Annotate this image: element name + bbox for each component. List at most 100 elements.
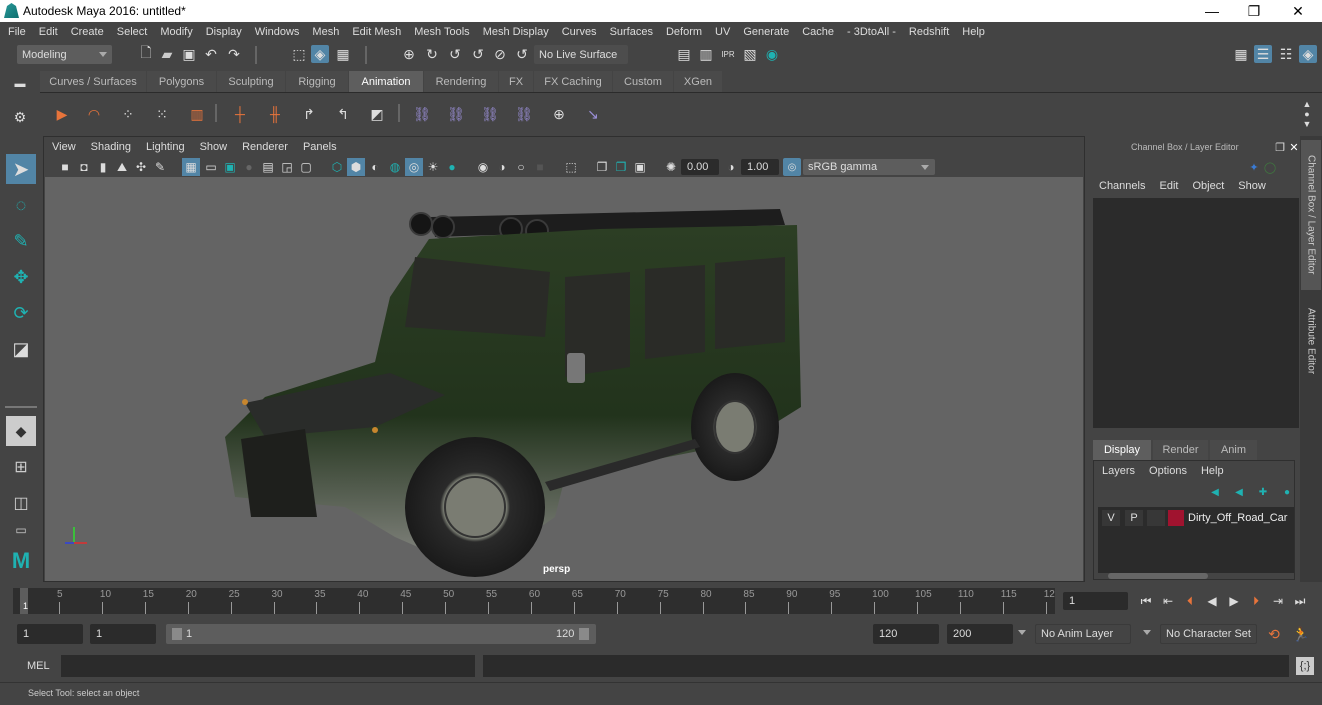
- viewport-menu-renderer[interactable]: Renderer: [242, 141, 288, 153]
- select-by-component-icon[interactable]: ▦: [334, 45, 352, 63]
- attribute-editor-toggle-icon[interactable]: ☰: [1254, 45, 1272, 63]
- viewport-menu-view[interactable]: View: [52, 141, 76, 153]
- film-gate-icon[interactable]: ▭: [202, 158, 220, 176]
- pole-vector-constraint-icon[interactable]: ↘: [581, 103, 605, 125]
- animation-preferences-icon[interactable]: 🏃: [1292, 625, 1310, 643]
- save-scene-icon[interactable]: ▣: [180, 45, 198, 63]
- gamma-icon[interactable]: ◑: [722, 158, 740, 176]
- hypershade-icon[interactable]: ◉: [763, 45, 781, 63]
- aim-constraint-icon[interactable]: ⊕: [547, 103, 571, 125]
- play-backwards-icon[interactable]: ◀: [1203, 592, 1221, 610]
- ik-spline-icon[interactable]: ↰: [331, 103, 355, 125]
- screen-space-ao-icon[interactable]: ◉: [474, 158, 492, 176]
- script-editor-icon[interactable]: {;}: [1296, 657, 1314, 675]
- undo-icon[interactable]: ↶: [202, 45, 220, 63]
- select-by-object-icon[interactable]: ◈: [311, 45, 329, 63]
- menu-mesh-display[interactable]: Mesh Display: [483, 26, 549, 38]
- layer-tab-display[interactable]: Display: [1093, 440, 1151, 460]
- snap-view-plane-icon[interactable]: ↺: [469, 45, 487, 63]
- options-menu[interactable]: Options: [1149, 465, 1187, 477]
- attribute-toggle-icon[interactable]: ◯: [1261, 158, 1279, 176]
- wireframe-on-shaded-icon[interactable]: ◐: [366, 158, 384, 176]
- set-key-icon[interactable]: ⁘: [116, 103, 140, 125]
- playback-start-field[interactable]: 1: [90, 624, 156, 644]
- wireframe-icon[interactable]: ⬡: [328, 158, 346, 176]
- layer-playback-toggle[interactable]: P: [1125, 510, 1143, 526]
- open-scene-icon[interactable]: ▰: [158, 45, 176, 63]
- 3d-viewport[interactable]: persp: [45, 177, 1083, 581]
- command-input[interactable]: [61, 655, 475, 677]
- snap-surface-icon[interactable]: ⊘: [491, 45, 509, 63]
- layer-list-scrollbar[interactable]: [1098, 573, 1294, 579]
- shelf-tab-rendering[interactable]: Rendering: [424, 71, 498, 92]
- current-frame-field[interactable]: 1: [1063, 592, 1128, 610]
- shelf-tab-polygons[interactable]: Polygons: [147, 71, 216, 92]
- point-constraint-icon[interactable]: ⛓: [444, 103, 468, 125]
- menu-cache[interactable]: Cache: [802, 26, 834, 38]
- shelf-settings-gear-icon[interactable]: ⚙: [11, 108, 29, 126]
- shelf-menu-icon[interactable]: ▬: [11, 75, 29, 93]
- persp-outliner-layout-icon[interactable]: ◫: [6, 488, 36, 518]
- set-breakdown-icon[interactable]: ⁙: [150, 103, 174, 125]
- menu-surfaces[interactable]: Surfaces: [610, 26, 653, 38]
- go-to-end-icon[interactable]: ⏭: [1291, 592, 1309, 610]
- ipr-render-icon[interactable]: IPR: [719, 45, 737, 63]
- layers-menu[interactable]: Layers: [1102, 465, 1135, 477]
- play-forwards-icon[interactable]: ▶: [1225, 592, 1243, 610]
- menu-mesh-tools[interactable]: Mesh Tools: [414, 26, 469, 38]
- snap-point-icon[interactable]: ↺: [446, 45, 464, 63]
- rotate-tool-icon[interactable]: ⟳: [6, 298, 36, 328]
- layer-tab-render[interactable]: Render: [1153, 440, 1208, 460]
- redo-icon[interactable]: ↷: [225, 45, 243, 63]
- character-set-dropdown[interactable]: No Character Set: [1160, 624, 1257, 644]
- close-button[interactable]: ✕: [1276, 0, 1320, 22]
- menu-display[interactable]: Display: [206, 26, 242, 38]
- layer-color-swatch[interactable]: [1168, 510, 1184, 526]
- create-joint-icon[interactable]: ┼: [228, 103, 252, 125]
- four-view-layout-icon[interactable]: ⊞: [6, 452, 36, 482]
- tool-settings-toggle-icon[interactable]: ☷: [1277, 45, 1295, 63]
- channel-list[interactable]: [1093, 198, 1299, 428]
- single-perspective-view-icon[interactable]: ◆: [6, 416, 36, 446]
- menu-3dtoall[interactable]: - 3DtoAll -: [847, 26, 896, 38]
- bookmarks-icon[interactable]: ▮: [94, 158, 112, 176]
- range-start-handle[interactable]: [172, 628, 182, 640]
- layer-row[interactable]: V P Dirty_Off_Road_Car: [1100, 509, 1294, 527]
- shelf-tab-rigging[interactable]: Rigging: [286, 71, 348, 92]
- use-all-lights-icon[interactable]: ☀: [424, 158, 442, 176]
- move-layer-down-icon[interactable]: ◀: [1230, 483, 1248, 501]
- resolution-gate-icon[interactable]: ▣: [221, 158, 239, 176]
- scale-tool-icon[interactable]: ◪: [6, 334, 36, 364]
- xray-active-components-icon[interactable]: ❐: [612, 158, 630, 176]
- menu-redshift[interactable]: Redshift: [909, 26, 949, 38]
- menu-edit[interactable]: Edit: [39, 26, 58, 38]
- bind-skin-icon[interactable]: ◩: [365, 103, 389, 125]
- shelf-tab-animation[interactable]: Animation: [349, 71, 423, 92]
- object-menu[interactable]: Object: [1192, 180, 1224, 192]
- menu-mesh[interactable]: Mesh: [312, 26, 339, 38]
- channels-menu[interactable]: Channels: [1099, 180, 1145, 192]
- layer-visibility-toggle[interactable]: V: [1102, 510, 1120, 526]
- new-layer-from-selected-icon[interactable]: ●: [1278, 483, 1296, 501]
- lasso-tool-icon[interactable]: ◌: [6, 190, 36, 220]
- shelf-tab-xgen[interactable]: XGen: [674, 71, 722, 92]
- grease-pencil-icon[interactable]: ✎: [151, 158, 169, 176]
- shelf-scroll-down-icon[interactable]: ▼: [1298, 115, 1316, 133]
- live-surface-icon[interactable]: ↺: [513, 45, 531, 63]
- hud-icon[interactable]: ▣: [631, 158, 649, 176]
- camera-attributes-icon[interactable]: ◘: [75, 158, 93, 176]
- menu-windows[interactable]: Windows: [255, 26, 300, 38]
- trax-editor-icon[interactable]: ▥: [185, 103, 209, 125]
- character-set-chevron-icon[interactable]: [1143, 630, 1151, 635]
- step-forward-key-icon[interactable]: ⏵: [1247, 592, 1265, 610]
- shelf-tab-fx-caching[interactable]: FX Caching: [534, 71, 612, 92]
- anti-aliasing-icon[interactable]: ○: [512, 158, 530, 176]
- step-back-key-icon[interactable]: ⏴: [1181, 592, 1199, 610]
- help-menu[interactable]: Help: [1201, 465, 1224, 477]
- xray-icon[interactable]: ◍: [386, 158, 404, 176]
- menu-create[interactable]: Create: [71, 26, 104, 38]
- live-surface-field[interactable]: No Live Surface: [534, 45, 628, 64]
- mel-label[interactable]: MEL: [27, 660, 50, 672]
- insert-joint-icon[interactable]: ╫: [263, 103, 287, 125]
- show-menu[interactable]: Show: [1238, 180, 1266, 192]
